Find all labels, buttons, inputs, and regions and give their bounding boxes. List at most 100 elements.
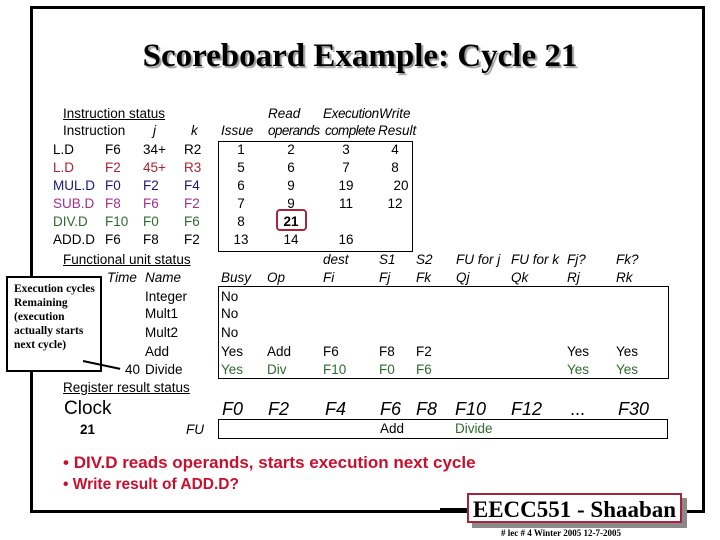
fu-name: Add — [145, 344, 170, 359]
fu-name: Mult2 — [145, 325, 179, 340]
fu-label: FU — [186, 422, 204, 437]
fu-op: Div — [267, 362, 287, 377]
fu-fj: F8 — [379, 344, 395, 359]
issue-cycle: 1 — [237, 142, 245, 157]
register-name: ... — [570, 399, 586, 419]
header-qk-bottom: Qk — [511, 270, 529, 285]
instruction-op: MUL.D — [53, 178, 96, 193]
header-j: j — [153, 123, 156, 138]
clock-label: Clock — [64, 398, 112, 419]
read-operands-cycle: 14 — [283, 232, 299, 247]
issue-cycle: 8 — [237, 214, 245, 229]
fu-fk: F6 — [416, 362, 432, 377]
header-time: Time — [107, 270, 137, 285]
register-fu-value: Add — [380, 421, 405, 436]
fu-fj: F0 — [379, 362, 395, 377]
header-fj-top: S1 — [379, 252, 396, 267]
instruction-k: F4 — [184, 178, 200, 193]
bullet-1: • DIV.D reads operands, starts execution… — [63, 453, 476, 472]
instruction-k: F2 — [184, 196, 200, 211]
fu-op: Add — [267, 344, 292, 359]
fu-status-heading: Functional unit status — [63, 252, 191, 267]
instruction-op: SUB.D — [53, 196, 95, 211]
badge-connector — [440, 508, 467, 510]
footer-text: # lec # 4 Winter 2005 12-7-2005 — [501, 528, 621, 538]
register-name: F6 — [380, 399, 402, 419]
register-name: F0 — [222, 399, 244, 419]
header-k: k — [191, 123, 198, 138]
clock-value: 21 — [80, 422, 96, 437]
header-qj-bottom: Qj — [456, 270, 470, 285]
fu-busy: Yes — [221, 344, 244, 359]
fu-name: Integer — [145, 289, 188, 304]
exec-complete-cycle: 19 — [338, 178, 354, 193]
register-name: F30 — [618, 399, 650, 419]
read-operands-cycle: 6 — [287, 160, 295, 175]
register-name: F10 — [455, 399, 487, 419]
instruction-op: L.D — [53, 160, 75, 175]
instruction-status-heading: Instruction status — [63, 106, 166, 121]
fu-busy: No — [221, 325, 239, 340]
exec-complete-cycle: 3 — [342, 142, 350, 157]
fu-busy: No — [221, 306, 239, 321]
instruction-op: L.D — [53, 142, 75, 157]
fu-busy: No — [221, 289, 239, 304]
header-fi-top: dest — [323, 252, 349, 267]
course-badge: EECC551 - Shaaban — [467, 493, 682, 523]
header-fk-bottom: Fk — [416, 270, 431, 285]
header-read-bottom: operands — [268, 123, 320, 138]
header-qk-top: FU for k — [511, 252, 560, 267]
instruction-dest: F2 — [105, 160, 121, 175]
fu-time: 40 — [124, 362, 140, 377]
annotation-callout: Execution cycles Remaining (execution ac… — [6, 276, 102, 372]
instruction-j: F6 — [143, 196, 159, 211]
fu-rk: Yes — [616, 362, 639, 377]
header-read-top: Read — [268, 106, 301, 121]
read-operands-cycle: 2 — [287, 142, 295, 157]
fu-fi: F6 — [323, 344, 339, 359]
highlight-box — [276, 209, 307, 231]
instruction-k: R2 — [184, 142, 202, 157]
slide-title: Scoreboard Example: Cycle 21 — [142, 38, 578, 74]
issue-cycle: 5 — [237, 160, 245, 175]
header-qj-top: FU for j — [456, 252, 501, 267]
header-write-top: Write — [379, 106, 411, 121]
register-fu-value: Divide — [455, 421, 493, 436]
register-name: F12 — [511, 399, 543, 419]
register-name: F2 — [268, 399, 290, 419]
bullet-1-text: DIV.D reads operands, starts execution n… — [73, 453, 476, 472]
header-exec-bottom: complete — [325, 123, 376, 138]
write-result-cycle: 8 — [391, 160, 399, 175]
header-rk-top: Fk? — [616, 252, 639, 267]
fu-name: Mult1 — [145, 306, 179, 321]
fu-fk: F2 — [416, 344, 432, 359]
issue-cycle: 7 — [237, 196, 245, 211]
exec-complete-cycle: 11 — [338, 196, 353, 211]
instruction-dest: F8 — [105, 196, 121, 211]
exec-complete-cycle: 7 — [342, 160, 350, 175]
issue-cycle: 13 — [233, 232, 249, 247]
register-status-box — [218, 419, 668, 439]
instruction-k: F2 — [184, 232, 200, 247]
bullet-2-text: Write result of ADD.D? — [72, 476, 239, 493]
instruction-j: 45+ — [143, 160, 166, 175]
header-fi-bottom: Fi — [323, 270, 335, 285]
header-rj-top: Fj? — [567, 252, 586, 267]
fu-fi: F10 — [323, 362, 347, 377]
exec-complete-cycle: 16 — [338, 232, 354, 247]
write-result-cycle: 4 — [391, 142, 399, 157]
instruction-dest: F10 — [105, 214, 129, 229]
fu-rk: Yes — [616, 344, 639, 359]
write-result-cycle: 12 — [387, 196, 403, 211]
header-name: Name — [145, 270, 182, 285]
issue-cycle: 6 — [237, 178, 245, 193]
header-fj-bottom: Fj — [379, 270, 391, 285]
instruction-j: F8 — [143, 232, 159, 247]
header-busy: Busy — [221, 270, 252, 285]
instruction-j: 34+ — [143, 142, 166, 157]
fu-rj: Yes — [567, 344, 590, 359]
instruction-k: F6 — [184, 214, 200, 229]
header-fk-top: S2 — [416, 252, 433, 267]
header-instruction: Instruction — [63, 123, 126, 138]
read-operands-cycle: 9 — [287, 178, 295, 193]
